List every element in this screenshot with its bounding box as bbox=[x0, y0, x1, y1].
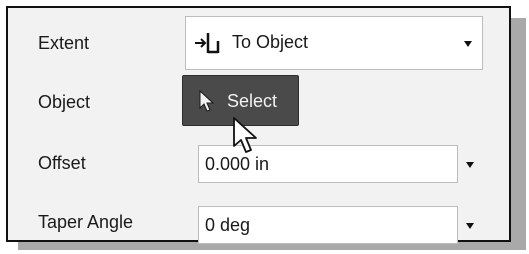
object-label: Object bbox=[38, 92, 91, 112]
extrude-options-panel: Extent To Object Object Select Offset 0.… bbox=[6, 6, 511, 244]
taper-angle-label: Taper Angle bbox=[38, 212, 134, 232]
select-button-label: Select bbox=[227, 91, 278, 111]
offset-dropdown-icon[interactable] bbox=[466, 162, 474, 168]
select-arrow-icon bbox=[199, 90, 215, 112]
mouse-cursor-icon bbox=[233, 117, 257, 153]
to-object-icon bbox=[195, 33, 220, 54]
taper-angle-input[interactable]: 0 deg bbox=[198, 206, 458, 244]
offset-label: Offset bbox=[38, 153, 86, 173]
extent-value: To Object bbox=[232, 32, 309, 52]
taper-angle-dropdown-icon[interactable] bbox=[466, 223, 474, 229]
extent-label: Extent bbox=[38, 33, 90, 53]
chevron-down-icon[interactable] bbox=[464, 41, 472, 47]
extent-dropdown[interactable]: To Object bbox=[185, 16, 483, 70]
